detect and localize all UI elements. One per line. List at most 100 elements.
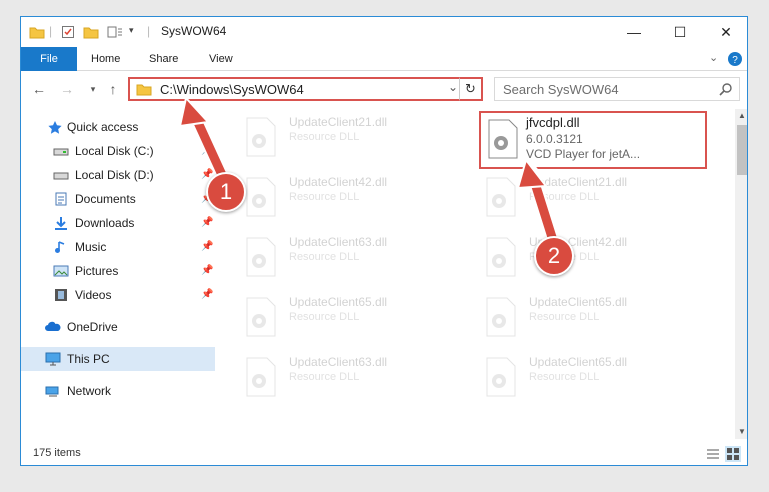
sidebar-item-onedrive[interactable]: OneDrive bbox=[21, 315, 215, 339]
scroll-thumb[interactable] bbox=[737, 125, 747, 175]
drive-icon bbox=[53, 172, 69, 180]
file-tile[interactable]: UpdateClient21.dll Resource DLL bbox=[221, 109, 461, 165]
maximize-button[interactable]: ☐ bbox=[657, 17, 703, 47]
file-name: jfvcdpl.dll bbox=[526, 115, 580, 130]
window-title: SysWOW64 bbox=[161, 24, 227, 38]
step-badge-1: 1 bbox=[206, 172, 246, 212]
scroll-up-arrow-icon[interactable]: ▲ bbox=[735, 109, 747, 123]
sidebar-item-label: Local Disk (C:) bbox=[75, 144, 154, 158]
sidebar-item-label: This PC bbox=[67, 352, 110, 366]
search-input[interactable]: Search SysWOW64 bbox=[494, 77, 740, 101]
customize-qat-dropdown[interactable]: ▾ bbox=[129, 25, 134, 36]
file-tile[interactable]: UpdateClient21.dll Resource DLL bbox=[461, 169, 701, 225]
tab-file[interactable]: File bbox=[21, 47, 77, 71]
vertical-scrollbar[interactable]: ▲ ▼ bbox=[735, 109, 747, 439]
drive-icon bbox=[53, 148, 69, 156]
up-arrow-icon[interactable]: ↑ bbox=[103, 79, 123, 99]
file-name: UpdateClient65.dll bbox=[529, 295, 628, 309]
address-bar[interactable]: C:\Windows\SysWOW64 ⌄ bbox=[128, 77, 480, 101]
file-tile[interactable]: UpdateClient42.dll Resource DLL bbox=[461, 229, 701, 285]
navigation-pane: Quick access Local Disk (C:) 📌 Local Dis… bbox=[21, 109, 221, 439]
file-type: Resource DLL bbox=[289, 131, 360, 143]
file-type: Resource DLL bbox=[289, 191, 360, 203]
sidebar-item-label: Network bbox=[67, 384, 112, 398]
sidebar-item-label: Music bbox=[75, 240, 107, 254]
videos-icon bbox=[55, 289, 67, 301]
back-arrow-icon[interactable]: ← bbox=[29, 79, 49, 99]
address-path[interactable]: C:\Windows\SysWOW64 bbox=[160, 82, 304, 97]
file-type: Resource DLL bbox=[529, 371, 600, 383]
sidebar-item-label: Pictures bbox=[75, 264, 119, 278]
tab-home[interactable]: Home bbox=[91, 47, 120, 71]
file-name: UpdateClient65.dll bbox=[289, 295, 388, 309]
folder-icon[interactable] bbox=[29, 25, 45, 39]
sidebar-item-documents[interactable]: Documents 📌 bbox=[21, 187, 215, 211]
dll-file-icon bbox=[488, 119, 518, 159]
file-description: VCD Player for jetA... bbox=[526, 147, 641, 161]
sidebar-item-videos[interactable]: Videos 📌 bbox=[21, 283, 215, 307]
star-icon bbox=[48, 121, 62, 134]
properties-icon[interactable] bbox=[61, 25, 75, 39]
dll-file-icon bbox=[246, 177, 276, 217]
sidebar-item-music[interactable]: Music 📌 bbox=[21, 235, 215, 259]
file-tile[interactable]: UpdateClient65.dll Resource DLL bbox=[221, 289, 461, 345]
search-icon[interactable] bbox=[719, 82, 733, 96]
pictures-icon bbox=[53, 265, 69, 277]
new-folder-icon[interactable] bbox=[83, 25, 99, 39]
navigation-bar: ← → ▾ ↑ C:\Windows\SysWOW64 ⌄ ↻ Search S… bbox=[21, 73, 747, 105]
sidebar-item-label: Quick access bbox=[67, 120, 139, 134]
cloud-icon bbox=[45, 321, 61, 331]
dll-file-icon bbox=[486, 237, 516, 277]
view-options-icon[interactable] bbox=[107, 25, 123, 39]
separator: | bbox=[147, 24, 151, 38]
file-type: Resource DLL bbox=[289, 251, 360, 263]
pin-icon: 📌 bbox=[201, 241, 214, 252]
pin-icon: 📌 bbox=[201, 145, 214, 156]
minimize-button[interactable]: — bbox=[611, 17, 657, 47]
sidebar-item-network[interactable]: Network bbox=[21, 379, 215, 403]
search-placeholder: Search SysWOW64 bbox=[503, 82, 619, 97]
file-tile[interactable]: UpdateClient63.dll Resource DLL bbox=[221, 349, 461, 405]
sidebar-item-local-disk-c[interactable]: Local Disk (C:) 📌 bbox=[21, 139, 215, 163]
file-tile[interactable]: UpdateClient65.dll Resource DLL bbox=[461, 289, 701, 345]
sidebar-item-quick-access[interactable]: Quick access bbox=[21, 115, 215, 139]
ribbon-tabs: File Home Share View ⌄ ? bbox=[21, 47, 747, 71]
file-tile[interactable]: UpdateClient65.dll Resource DLL bbox=[461, 349, 701, 405]
file-type: Resource DLL bbox=[529, 191, 600, 203]
sidebar-item-this-pc[interactable]: This PC bbox=[21, 347, 215, 371]
large-icons-view-icon[interactable] bbox=[725, 446, 741, 462]
tab-view[interactable]: View bbox=[209, 47, 233, 71]
documents-icon bbox=[55, 192, 67, 206]
dll-file-icon bbox=[246, 117, 276, 157]
file-name: UpdateClient65.dll bbox=[529, 355, 628, 369]
recent-locations-chevron-icon[interactable]: ▾ bbox=[83, 79, 103, 99]
details-view-icon[interactable] bbox=[705, 446, 721, 462]
sidebar-item-local-disk-d[interactable]: Local Disk (D:) 📌 bbox=[21, 163, 215, 187]
network-icon bbox=[45, 386, 59, 397]
sidebar-item-pictures[interactable]: Pictures 📌 bbox=[21, 259, 215, 283]
refresh-icon: ↻ bbox=[465, 81, 476, 96]
pin-icon: 📌 bbox=[201, 265, 214, 276]
close-button[interactable]: ✕ bbox=[703, 17, 747, 47]
file-tile[interactable]: UpdateClient63.dll Resource DLL bbox=[221, 229, 461, 285]
title-bar: | ▾ | SysWOW64 — ☐ ✕ bbox=[21, 17, 747, 47]
tab-share[interactable]: Share bbox=[149, 47, 178, 71]
sidebar-item-label: Local Disk (D:) bbox=[75, 168, 154, 182]
scroll-down-arrow-icon[interactable]: ▼ bbox=[735, 425, 747, 439]
file-tile-selected[interactable]: jfvcdpl.dll 6.0.0.3121 VCD Player for je… bbox=[479, 111, 707, 169]
refresh-button[interactable]: ↻ bbox=[459, 77, 483, 101]
sidebar-item-label: OneDrive bbox=[67, 320, 118, 334]
file-name: UpdateClient63.dll bbox=[289, 235, 388, 249]
file-version: 6.0.0.3121 bbox=[526, 132, 583, 146]
dll-file-icon bbox=[246, 357, 276, 397]
address-dropdown-chevron-icon[interactable]: ⌄ bbox=[448, 80, 458, 94]
dll-file-icon bbox=[246, 297, 276, 337]
step-badge-2: 2 bbox=[534, 236, 574, 276]
file-tile[interactable]: UpdateClient42.dll Resource DLL bbox=[221, 169, 461, 225]
forward-arrow-icon[interactable]: → bbox=[57, 79, 77, 99]
sidebar-item-downloads[interactable]: Downloads 📌 bbox=[21, 211, 215, 235]
help-icon[interactable]: ? bbox=[727, 51, 743, 67]
download-icon bbox=[55, 217, 67, 230]
sidebar-item-label: Documents bbox=[75, 192, 136, 206]
expand-ribbon-icon[interactable]: ⌄ bbox=[709, 51, 718, 64]
